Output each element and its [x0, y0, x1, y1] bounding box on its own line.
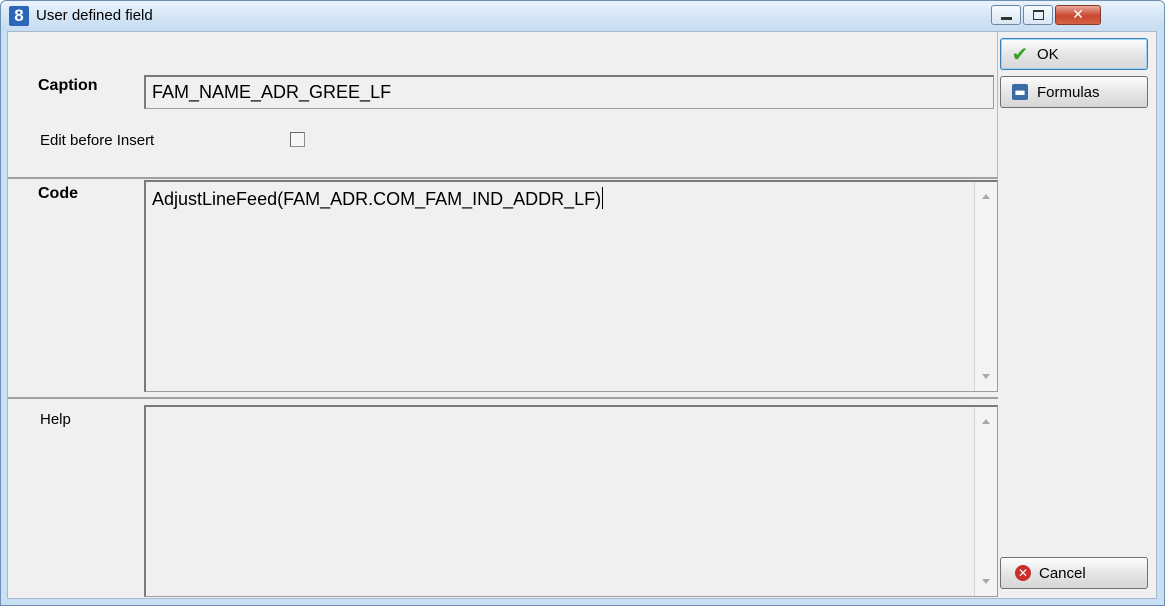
- edit-before-insert-label: Edit before Insert: [40, 132, 155, 149]
- minimize-button[interactable]: [991, 5, 1021, 25]
- scroll-down-arrow-icon[interactable]: [982, 579, 990, 584]
- maximize-icon: [1033, 10, 1044, 20]
- help-label: Help: [40, 411, 71, 428]
- ok-button-label: OK: [1037, 46, 1059, 63]
- scroll-down-arrow-icon[interactable]: [982, 374, 990, 379]
- ok-button[interactable]: ✔ OK: [1000, 38, 1148, 70]
- help-textarea[interactable]: [144, 405, 998, 597]
- cancel-button[interactable]: ✕ Cancel: [1000, 557, 1148, 589]
- maximize-button[interactable]: [1023, 5, 1053, 25]
- code-scrollbar[interactable]: [974, 182, 997, 391]
- formulas-button-label: Formulas: [1037, 84, 1100, 101]
- floppy-disk-icon: ▬: [1012, 84, 1028, 100]
- dialog-window: 8 User defined field ✕ Caption FAM_NAME_…: [0, 0, 1165, 606]
- app-8-icon: 8: [9, 6, 29, 26]
- window-title: User defined field: [36, 7, 153, 24]
- edit-before-insert-checkbox[interactable]: [290, 132, 305, 147]
- caption-input[interactable]: FAM_NAME_ADR_GREE_LF: [144, 75, 994, 109]
- code-help-divider: [8, 397, 998, 399]
- code-label: Code: [38, 185, 78, 202]
- code-textarea[interactable]: AdjustLineFeed(FAM_ADR.COM_FAM_IND_ADDR_…: [144, 180, 998, 392]
- scroll-up-arrow-icon[interactable]: [982, 194, 990, 199]
- dialog-client-area: Caption FAM_NAME_ADR_GREE_LF Edit before…: [7, 31, 1157, 599]
- code-value: AdjustLineFeed(FAM_ADR.COM_FAM_IND_ADDR_…: [152, 189, 602, 209]
- minimize-icon: [1001, 17, 1012, 20]
- cancel-button-label: Cancel: [1039, 565, 1086, 582]
- text-caret: [602, 187, 604, 209]
- title-bar[interactable]: 8 User defined field ✕: [1, 1, 1164, 31]
- close-icon: ✕: [1072, 7, 1084, 23]
- caption-value: FAM_NAME_ADR_GREE_LF: [152, 82, 392, 102]
- caption-label: Caption: [38, 77, 98, 94]
- formulas-button[interactable]: ▬ Formulas: [1000, 76, 1148, 108]
- checkmark-icon: ✔: [1011, 42, 1029, 66]
- cancel-x-icon: ✕: [1015, 565, 1031, 581]
- help-scrollbar[interactable]: [974, 407, 997, 596]
- scroll-up-arrow-icon[interactable]: [982, 419, 990, 424]
- close-button[interactable]: ✕: [1055, 5, 1101, 25]
